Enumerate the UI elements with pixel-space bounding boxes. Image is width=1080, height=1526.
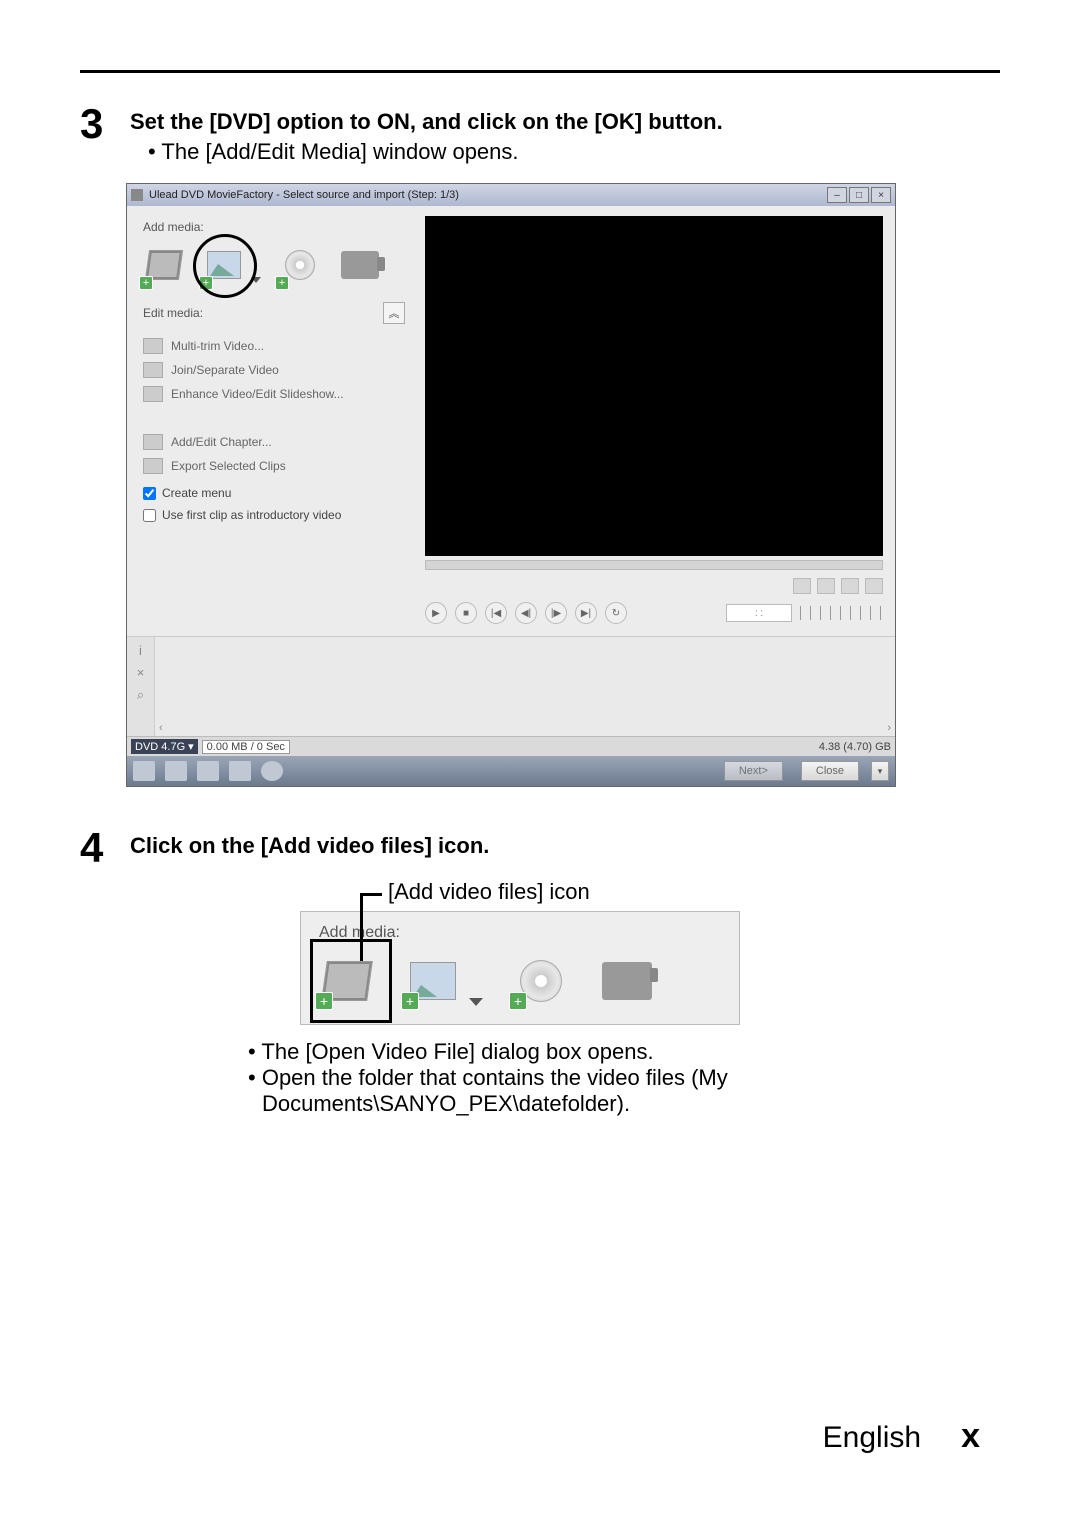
create-menu-checkbox[interactable]: Create menu — [143, 486, 405, 500]
create-menu-check[interactable] — [143, 487, 156, 500]
step-body: Set the [DVD] option to ON, and click on… — [130, 103, 1000, 165]
add-edit-chapter[interactable]: Add/Edit Chapter... — [143, 430, 405, 454]
first-button[interactable]: |◀ — [485, 602, 507, 624]
app-window: Ulead DVD MovieFactory - Select source a… — [126, 183, 896, 787]
repeat-button[interactable]: ↻ — [605, 602, 627, 624]
export-icon — [143, 458, 163, 474]
disc-capacity: 4.38 (4.70) GB — [819, 741, 891, 753]
left-panel: Add media: + + + — [127, 206, 417, 636]
enhance-icon — [143, 386, 163, 402]
add-video-files-icon[interactable]: + — [143, 244, 185, 286]
close-wizard-button[interactable]: Close — [801, 761, 859, 781]
disc-usage: 0.00 MB / 0 Sec — [202, 740, 290, 754]
edit-media-label: Edit media: — [143, 306, 203, 320]
cut-icon[interactable] — [865, 578, 883, 594]
add-media-toolbar: + + + — [143, 244, 405, 286]
use-first-clip-checkbox[interactable]: Use first clip as introductory video — [143, 508, 405, 522]
printer-icon[interactable] — [229, 761, 251, 781]
enhance-video[interactable]: Enhance Video/Edit Slideshow... — [143, 382, 405, 406]
chevron-down-icon: ▾ — [188, 740, 194, 753]
step-4-bullets: The [Open Video File] dialog box opens. … — [230, 1039, 1000, 1117]
step-3: 3 Set the [DVD] option to ON, and click … — [80, 103, 1000, 165]
dropdown-icon[interactable] — [469, 998, 483, 1006]
help-icon[interactable] — [261, 761, 283, 781]
multi-trim-video[interactable]: Multi-trim Video... — [143, 334, 405, 358]
timeline-side-tools: i × ⌕ — [127, 637, 155, 736]
scrub-bar[interactable] — [425, 560, 883, 570]
info-icon[interactable]: i — [133, 643, 149, 659]
footer-language: English — [823, 1421, 921, 1455]
app-body: Add media: + + + — [127, 206, 895, 636]
use-first-clip-check[interactable] — [143, 509, 156, 522]
next-button[interactable]: Next> — [724, 761, 783, 781]
inset-panel: Add media: + + + — [300, 911, 740, 1025]
add-image-icon[interactable]: + — [405, 956, 461, 1006]
capture-icon[interactable] — [339, 244, 381, 286]
inset-panel-label: Add media: — [319, 924, 721, 942]
step-4-inset: [Add video files] icon Add media: + + + — [300, 879, 740, 1025]
app-icon — [131, 189, 143, 201]
timecode[interactable]: : : — [726, 604, 792, 622]
status-bar: DVD 4.7G ▾ 0.00 MB / 0 Sec 4.38 (4.70) G… — [127, 736, 895, 756]
step-body: Click on the [Add video files] icon. — [130, 827, 1000, 863]
step-title: Click on the [Add video files] icon. — [130, 833, 1000, 859]
video-preview[interactable] — [425, 216, 883, 556]
capture-icon[interactable] — [599, 956, 655, 1006]
project-icon[interactable] — [133, 761, 155, 781]
snapshot-icon[interactable] — [793, 578, 811, 594]
window-title: Ulead DVD MovieFactory - Select source a… — [149, 189, 459, 201]
export-clips[interactable]: Export Selected Clips — [143, 454, 405, 478]
step-4: 4 Click on the [Add video files] icon. — [80, 827, 1000, 869]
step-bullet: The [Open Video File] dialog box opens. — [248, 1039, 1000, 1065]
bottom-toolbar: Next> Close ▾ — [127, 756, 895, 786]
step-title: Set the [DVD] option to ON, and click on… — [130, 109, 1000, 135]
scissors-icon — [143, 338, 163, 354]
join-separate-video[interactable]: Join/Separate Video — [143, 358, 405, 382]
volume-slider[interactable] — [800, 606, 883, 620]
titlebar[interactable]: Ulead DVD MovieFactory - Select source a… — [127, 184, 895, 206]
timeline-track[interactable]: ‹ › — [155, 637, 895, 736]
dropdown-icon[interactable] — [251, 277, 261, 283]
playback-controls: ▶ ■ |◀ ◀| |▶ ▶| ↻ : : — [425, 598, 883, 628]
inset-toolbar: + + + — [319, 956, 721, 1006]
add-image-icon[interactable]: + — [203, 244, 245, 286]
join-icon — [143, 362, 163, 378]
callout-label: [Add video files] icon — [388, 879, 740, 905]
maximize-button[interactable]: □ — [849, 187, 869, 203]
close-dropdown[interactable]: ▾ — [871, 761, 889, 781]
edit-media-header: Edit media: ︽ — [143, 302, 405, 324]
step-bullet: Open the folder that contains the video … — [248, 1065, 1000, 1117]
add-disc-icon[interactable]: + — [513, 956, 569, 1006]
scroll-right-icon[interactable]: › — [887, 722, 891, 734]
play-button[interactable]: ▶ — [425, 602, 447, 624]
step-bullet: The [Add/Edit Media] window opens. — [148, 139, 1000, 165]
burn-icon[interactable] — [197, 761, 219, 781]
right-panel: ▶ ■ |◀ ◀| |▶ ▶| ↻ : : — [417, 206, 895, 636]
stop-button[interactable]: ■ — [455, 602, 477, 624]
collapse-button[interactable]: ︽ — [383, 302, 405, 324]
timeline: i × ⌕ ‹ › — [127, 636, 895, 736]
close-button[interactable]: × — [871, 187, 891, 203]
next-button[interactable]: |▶ — [545, 602, 567, 624]
preview-tools — [425, 574, 883, 598]
search-icon[interactable]: ⌕ — [133, 687, 149, 703]
last-button[interactable]: ▶| — [575, 602, 597, 624]
step-number: 3 — [80, 103, 130, 145]
scroll-left-icon[interactable]: ‹ — [159, 722, 163, 734]
add-video-files-icon[interactable]: + — [319, 956, 375, 1006]
chapter-icon — [143, 434, 163, 450]
settings-icon[interactable] — [165, 761, 187, 781]
delete-icon[interactable]: × — [133, 665, 149, 681]
prev-button[interactable]: ◀| — [515, 602, 537, 624]
add-media-label: Add media: — [143, 220, 405, 234]
disc-type-selector[interactable]: DVD 4.7G ▾ — [131, 739, 198, 754]
mark-in-icon[interactable] — [817, 578, 835, 594]
page-footer: English x — [823, 1417, 980, 1456]
footer-page: x — [961, 1417, 980, 1456]
mark-out-icon[interactable] — [841, 578, 859, 594]
add-disc-icon[interactable]: + — [279, 244, 321, 286]
minimize-button[interactable]: – — [827, 187, 847, 203]
step-number: 4 — [80, 827, 130, 869]
